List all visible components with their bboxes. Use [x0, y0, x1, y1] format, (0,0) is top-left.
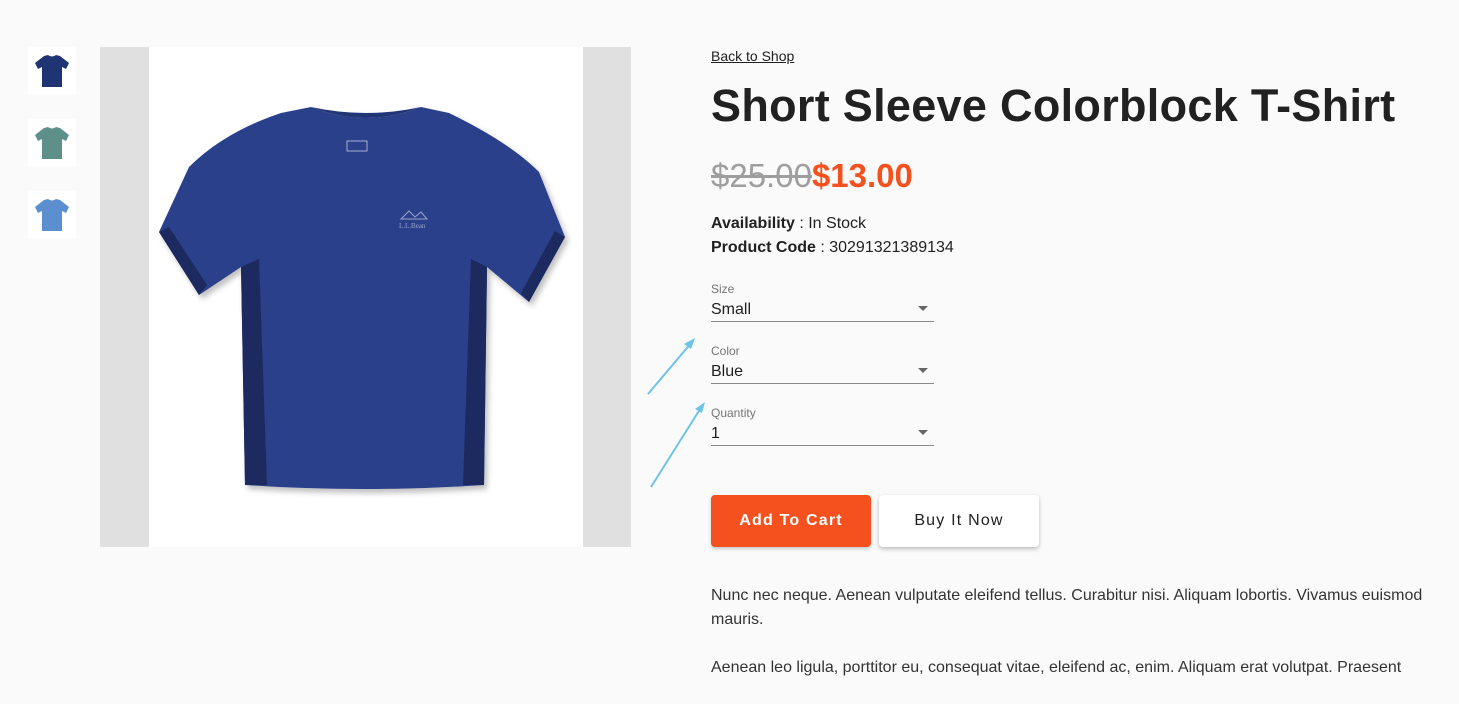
product-page: L.L.Bean Back to Shop Short Sleeve Color…	[0, 0, 1459, 704]
product-title: Short Sleeve Colorblock T-Shirt	[711, 80, 1396, 131]
product-code-row: Product Code : 30291321389134	[711, 239, 954, 256]
description-paragraph-1: Nunc nec neque. Aenean vulputate eleifen…	[711, 587, 1423, 628]
chevron-down-icon[interactable]	[918, 306, 928, 311]
availability-label: Availability	[711, 215, 795, 232]
product-meta: Availability : In Stock Product Code : 3…	[711, 212, 1431, 260]
availability-value: In Stock	[808, 215, 867, 232]
product-code-value: 30291321389134	[829, 239, 954, 256]
add-to-cart-button[interactable]: Add To Cart	[711, 495, 871, 547]
main-product-image: L.L.Bean	[100, 47, 631, 547]
sale-price: $13.00	[811, 157, 913, 194]
product-code-label: Product Code	[711, 239, 816, 256]
availability-row: Availability : In Stock	[711, 215, 867, 232]
thumbnail-navy[interactable]	[28, 47, 76, 95]
description-paragraph-2: Aenean leo ligula, porttitor eu, consequ…	[711, 659, 1402, 676]
color-label: Color	[711, 344, 740, 358]
buy-now-button[interactable]: Buy It Now	[879, 495, 1039, 547]
chevron-down-icon[interactable]	[918, 430, 928, 435]
thumbnail-light-blue[interactable]	[28, 191, 76, 239]
thumbnail-teal[interactable]	[28, 119, 76, 167]
color-select[interactable]: Color Blue	[711, 344, 934, 384]
price-row: $25.00$13.00	[711, 154, 1431, 198]
color-value[interactable]: Blue	[711, 358, 934, 384]
brand-logo-text: L.L.Bean	[399, 222, 426, 230]
product-details: Back to Shop Short Sleeve Colorblock T-S…	[711, 47, 1431, 704]
size-value[interactable]: Small	[711, 296, 934, 322]
action-buttons: Add To Cart Buy It Now	[711, 495, 1431, 547]
back-to-shop-link[interactable]: Back to Shop	[711, 48, 794, 64]
tshirt-image: L.L.Bean	[159, 107, 565, 489]
original-price: $25.00	[711, 157, 812, 194]
quantity-value[interactable]: 1	[711, 420, 934, 446]
product-image-canvas: L.L.Bean	[149, 47, 583, 547]
quantity-label: Quantity	[711, 406, 756, 420]
size-label: Size	[711, 282, 735, 296]
chevron-down-icon[interactable]	[918, 368, 928, 373]
thumbnail-list	[28, 47, 76, 263]
product-description: Nunc nec neque. Aenean vulputate eleifen…	[711, 584, 1431, 680]
quantity-select[interactable]: Quantity 1	[711, 406, 934, 446]
annotation-arrows	[647, 338, 705, 488]
size-select[interactable]: Size Small	[711, 282, 934, 322]
